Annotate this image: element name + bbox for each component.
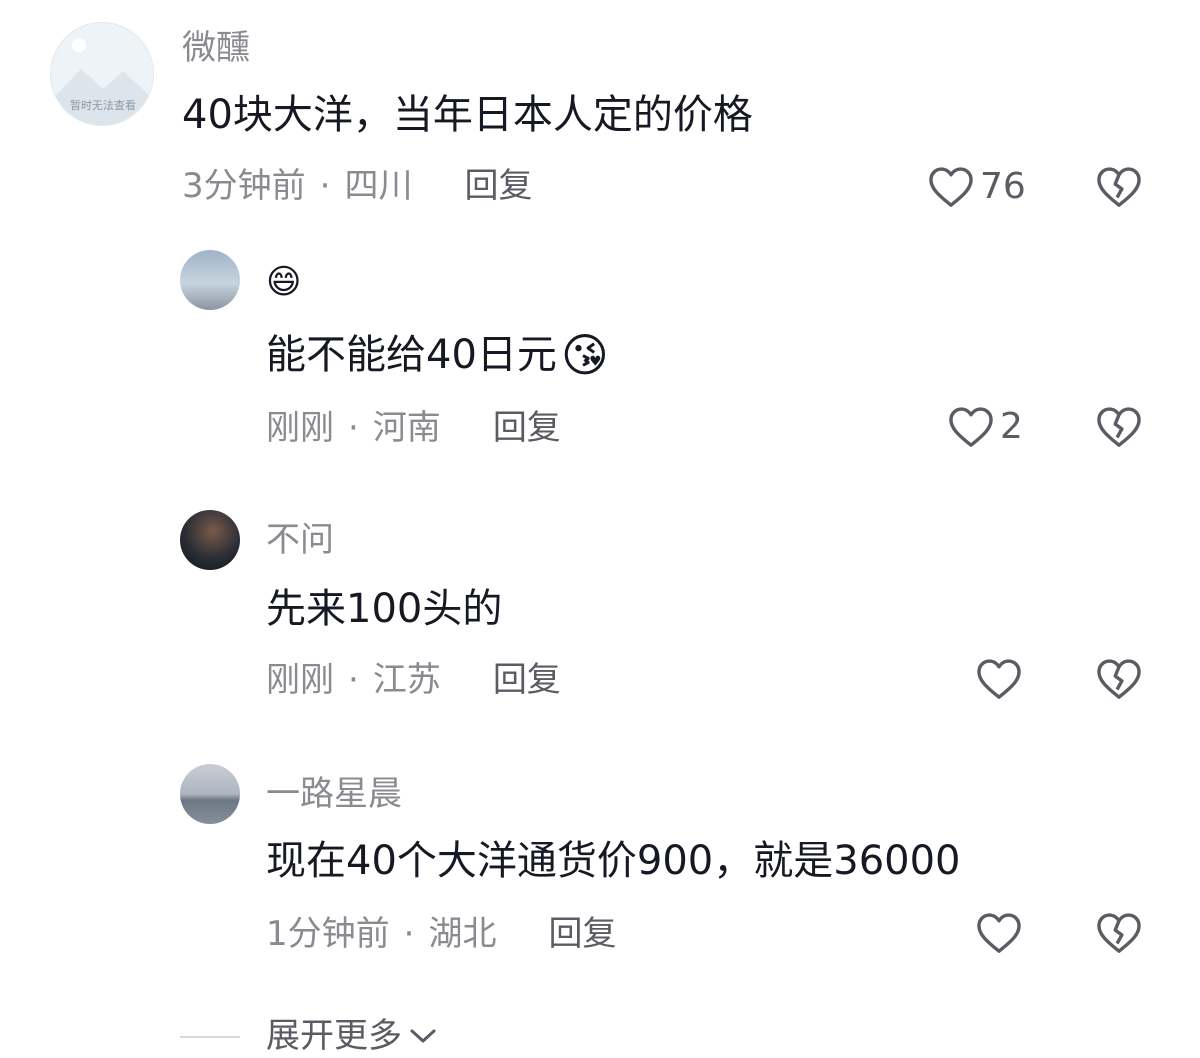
expand-more-button[interactable]: 展开更多 (266, 1014, 438, 1058)
comment-time: 刚刚 (266, 408, 334, 448)
expand-more-label: 展开更多 (266, 1016, 402, 1056)
meta-separator: · (319, 166, 331, 206)
avatar[interactable] (180, 250, 240, 310)
chevron-down-icon (410, 1029, 436, 1043)
meta-separator: · (403, 914, 415, 954)
comment-time: 3分钟前 (182, 166, 306, 206)
comment-location: 江苏 (372, 660, 441, 700)
comment-meta: 3分钟前 · 四川 回复 (182, 166, 532, 206)
avatar[interactable]: 暂时无法查看 (50, 22, 154, 126)
avatar[interactable] (180, 764, 240, 824)
comment-author[interactable]: 一路星晨 (266, 774, 402, 814)
expand-divider (180, 1036, 240, 1038)
comment-meta: 刚刚 · 江苏 回复 (266, 660, 561, 700)
dislike-button[interactable] (1096, 166, 1142, 212)
avatar-placeholder-text: 暂时无法查看 (70, 99, 136, 112)
like-button[interactable] (976, 912, 1022, 954)
like-button[interactable]: 76 (928, 166, 1026, 208)
comment-location: 湖北 (428, 914, 497, 954)
broken-heart-icon (1097, 913, 1141, 953)
comment-text: 能不能给40日元 😘 (266, 330, 609, 380)
comment-location: 河南 (372, 408, 441, 448)
comment-text: 40块大洋，当年日本人定的价格 (182, 92, 753, 138)
like-count: 76 (980, 166, 1026, 207)
broken-heart-icon (1097, 407, 1141, 447)
comment-time: 1分钟前 (266, 914, 390, 954)
reply-button[interactable]: 回复 (493, 660, 561, 700)
reply-button[interactable]: 回复 (493, 408, 561, 448)
comment-text: 现在40个大洋通货价900，就是36000 (266, 838, 961, 884)
author-emoji: 😄 (266, 262, 302, 302)
comment-meta: 刚刚 · 河南 回复 (266, 408, 561, 448)
heart-outline-icon (949, 407, 993, 447)
like-count: 2 (1000, 406, 1023, 447)
like-button[interactable] (976, 658, 1022, 700)
broken-heart-icon (1097, 167, 1141, 207)
comment-time: 刚刚 (266, 660, 334, 700)
reply-button[interactable]: 回复 (464, 166, 532, 206)
comment-location: 四川 (344, 166, 413, 206)
heart-outline-icon (977, 913, 1021, 953)
heart-outline-icon (929, 167, 973, 207)
dislike-button[interactable] (1096, 658, 1142, 704)
heart-outline-icon (977, 659, 1021, 699)
comment-text-body: 能不能给40日元 (266, 332, 557, 378)
comment-meta: 1分钟前 · 湖北 回复 (266, 914, 616, 954)
meta-separator: · (348, 408, 359, 448)
comment-author[interactable]: 微醺 (182, 28, 250, 68)
comment-author[interactable]: 不问 (266, 520, 334, 560)
meta-separator: · (348, 660, 359, 700)
broken-heart-icon (1097, 659, 1141, 699)
avatar[interactable] (180, 510, 240, 570)
comment-text: 先来100头的 (266, 586, 503, 632)
reply-button[interactable]: 回复 (548, 914, 616, 954)
dislike-button[interactable] (1096, 912, 1142, 958)
kiss-emoji: 😘 (560, 328, 609, 382)
like-button[interactable]: 2 (948, 406, 1023, 448)
dislike-button[interactable] (1096, 406, 1142, 452)
